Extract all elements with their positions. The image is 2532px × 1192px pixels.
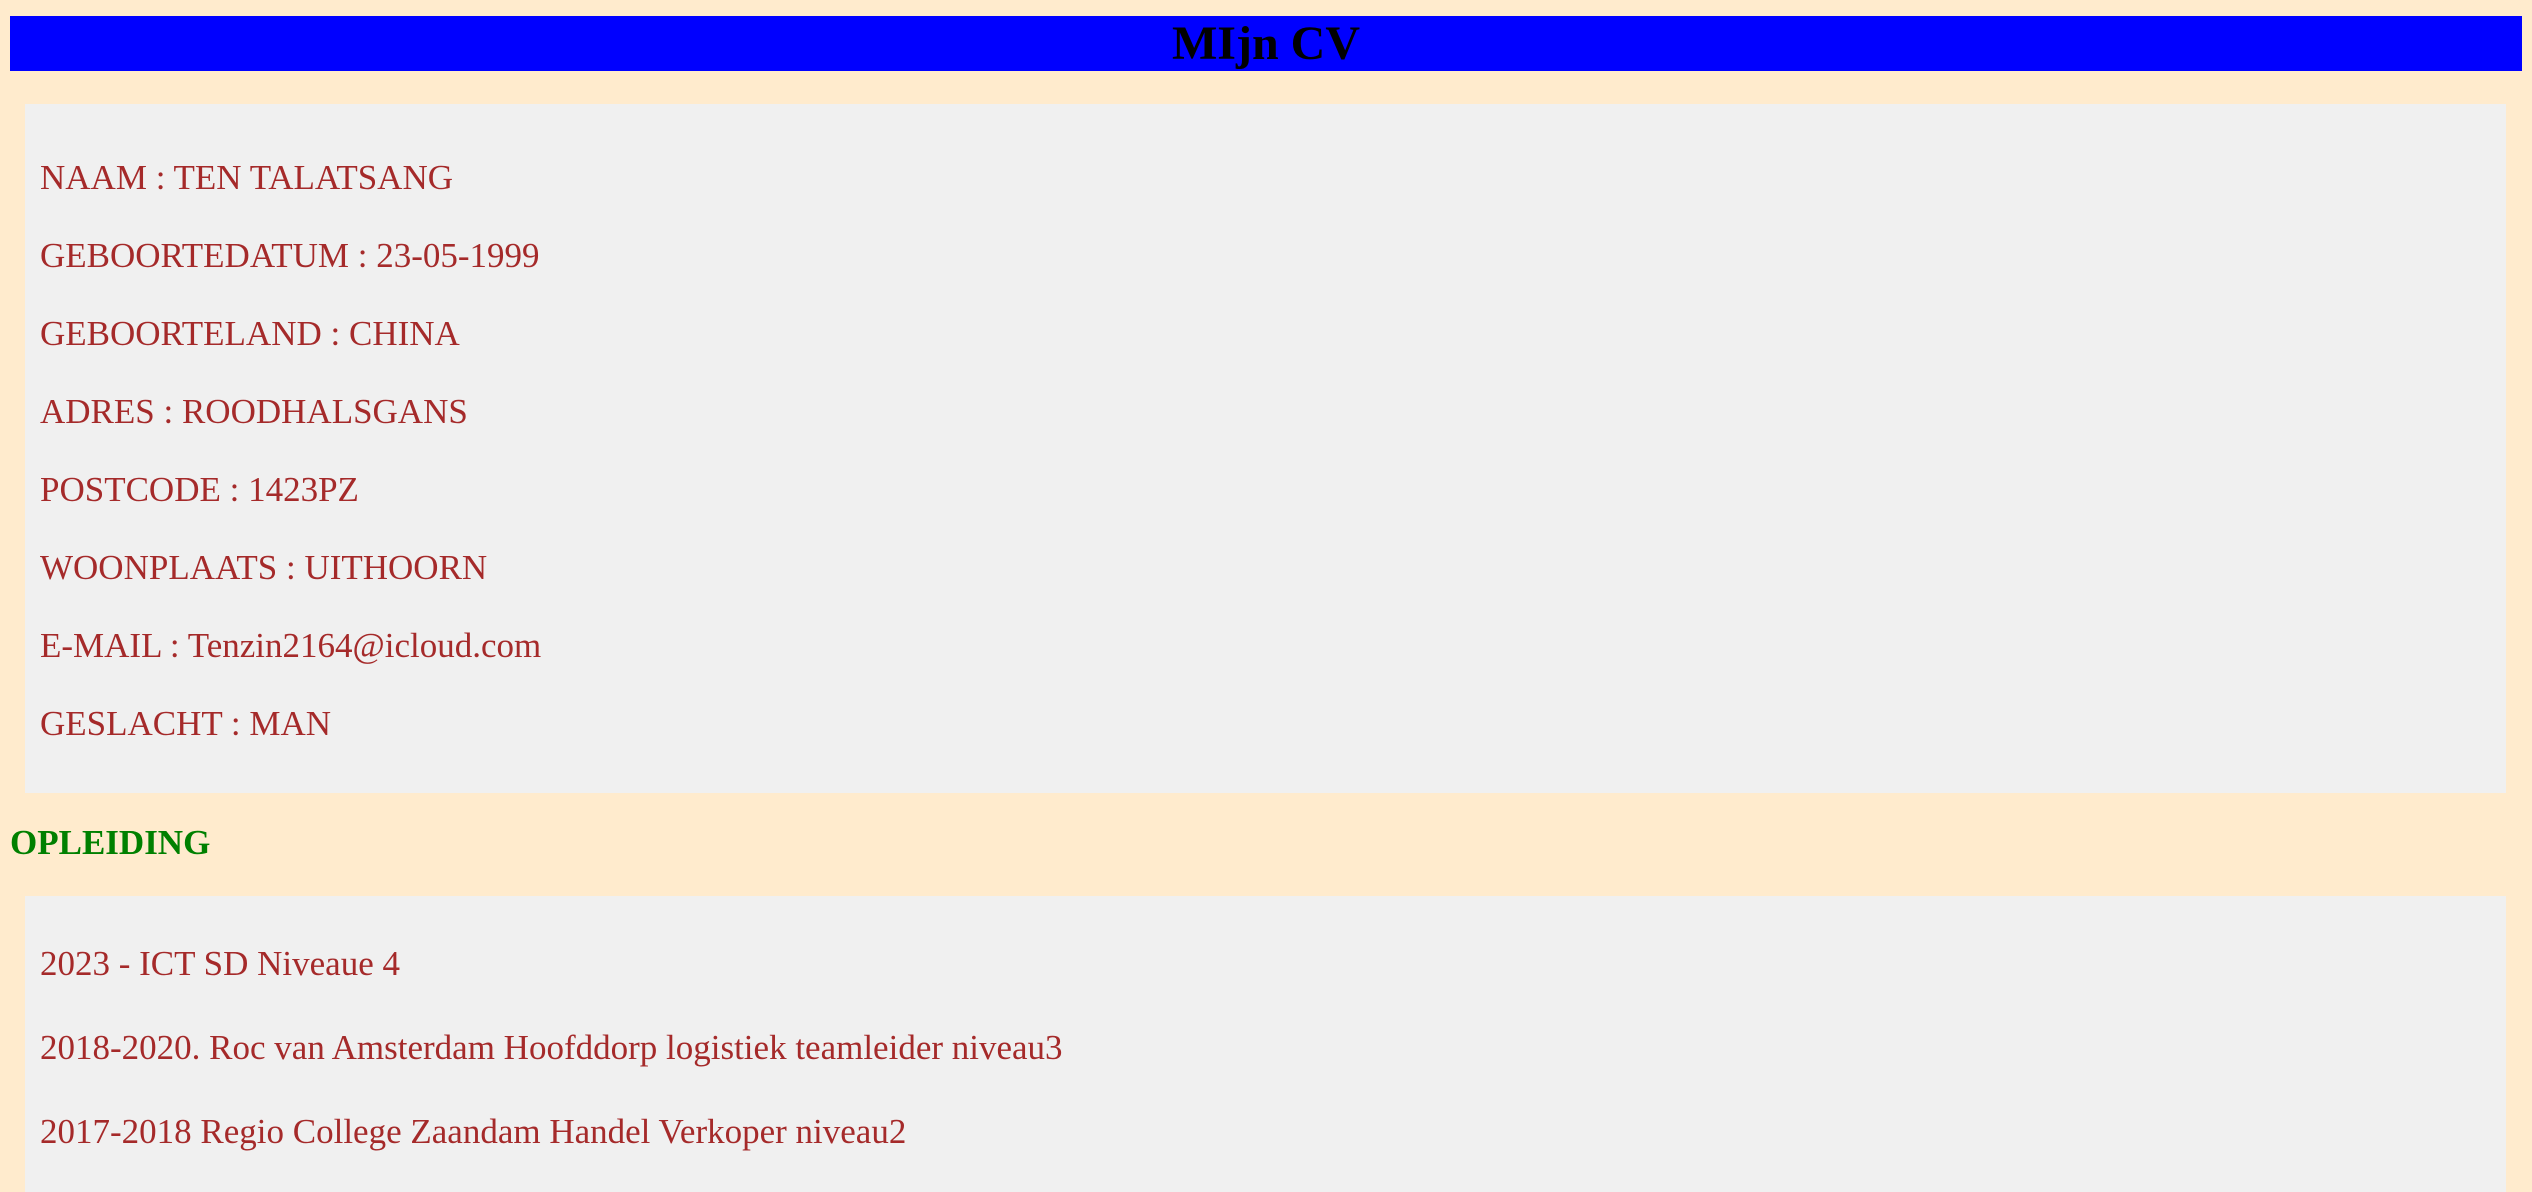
page-title: MIjn CV <box>1172 17 1360 70</box>
education-item: 2018-2020. Roc van Amsterdam Hoofddorp l… <box>40 1028 1063 1067</box>
education-item: 2023 - ICT SD Niveaue 4 <box>40 944 400 983</box>
education-panel: 2023 - ICT SD Niveaue 4 2018-2020. Roc v… <box>25 896 2506 1192</box>
info-postcode: POSTCODE : 1423PZ <box>40 470 359 509</box>
info-birthdate: GEBOORTEDATUM : 23-05-1999 <box>40 236 540 275</box>
info-gender: GESLACHT : MAN <box>40 704 332 743</box>
cv-page: MIjn CV NAAM : TEN TALATSANG GEBOORTEDAT… <box>0 0 2532 1192</box>
info-name: NAAM : TEN TALATSANG <box>40 158 453 197</box>
info-email: E-MAIL : Tenzin2164@icloud.com <box>40 626 542 665</box>
title-bar: MIjn CV <box>10 16 2522 71</box>
info-birthplace: GEBOORTELAND : CHINA <box>40 314 460 353</box>
info-residence: WOONPLAATS : UITHOORN <box>40 548 488 587</box>
education-heading: OPLEIDING <box>10 823 211 862</box>
personal-info-panel: NAAM : TEN TALATSANG GEBOORTEDATUM : 23-… <box>25 104 2506 793</box>
info-address: ADRES : ROODHALSGANS <box>40 392 468 431</box>
education-item: 2017-2018 Regio College Zaandam Handel V… <box>40 1112 907 1151</box>
